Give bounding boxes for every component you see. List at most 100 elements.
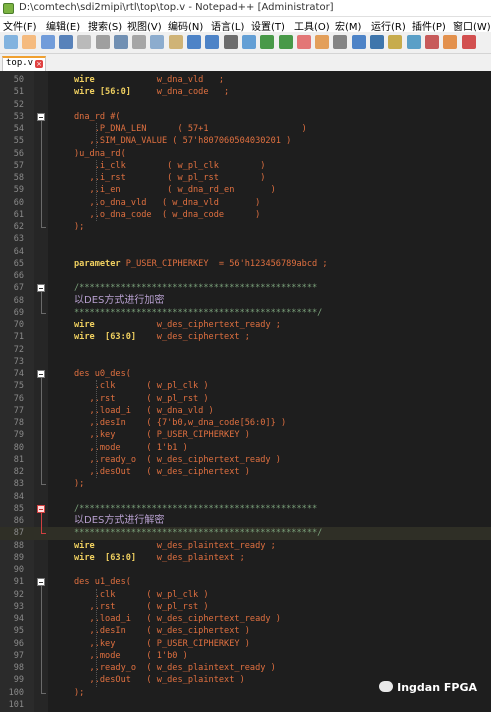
find-icon[interactable] <box>223 35 238 49</box>
code-line[interactable]: 55 ,.SIM_DNA_VALUE ( 57'h807060504030201… <box>0 135 491 147</box>
new-icon[interactable] <box>4 35 18 49</box>
code-line[interactable]: 80 ,.mode ( 1'b1 ) <box>0 442 491 454</box>
tab-top-v[interactable]: top.v × <box>2 56 46 71</box>
code-line[interactable]: 93 ,.rst ( w_pl_rst ) <box>0 601 491 613</box>
menu-item-10[interactable]: 插件(P) <box>412 18 446 33</box>
code-line[interactable]: 70 wire w_des_ciphertext_ready ; <box>0 319 491 331</box>
print-icon[interactable] <box>113 35 128 49</box>
zoom-out-icon[interactable] <box>278 35 293 49</box>
menu-item-7[interactable]: 工具(O) <box>294 18 330 33</box>
fold-toggle-icon[interactable] <box>37 578 45 587</box>
function-list-icon[interactable] <box>424 35 439 49</box>
code-line[interactable]: 75 .clk ( w_pl_clk ) <box>0 380 491 392</box>
undo-icon[interactable] <box>187 35 201 49</box>
code-line[interactable]: 94 ,.load_i ( w_des_ciphertext_ready ) <box>0 613 491 625</box>
code-line[interactable]: 98 ,.ready_o ( w_des_plaintext_ready ) <box>0 662 491 674</box>
code-line[interactable]: 56)u_dna_rd( <box>0 148 491 160</box>
code-line[interactable]: 68 以DES方式进行加密 <box>0 295 491 307</box>
menu-item-4[interactable]: 编码(N) <box>168 18 203 33</box>
code-line[interactable]: 72 <box>0 344 491 356</box>
sync-v-icon[interactable] <box>296 35 311 49</box>
paste-icon[interactable] <box>168 35 183 49</box>
code-line[interactable]: 53 dna_rd #( <box>0 111 491 123</box>
menu-item-8[interactable]: 宏(M) <box>335 18 361 33</box>
redo-icon[interactable] <box>205 35 220 49</box>
udl-icon[interactable] <box>388 35 403 49</box>
menu-item-0[interactable]: 文件(F) <box>3 18 37 33</box>
code-line[interactable]: 101 <box>0 699 491 711</box>
replace-icon[interactable] <box>241 35 256 49</box>
code-line[interactable]: 64 <box>0 246 491 258</box>
fold-toggle-icon[interactable] <box>37 284 45 293</box>
code-line[interactable]: 78 ,.desIn ( {7'b0,w_dna_code[56:0]} ) <box>0 417 491 429</box>
code-line[interactable]: 60 ,.o_dna_vld ( w_dna_vld ) <box>0 197 491 209</box>
menu-item-3[interactable]: 视图(V) <box>127 18 162 33</box>
word-wrap-icon[interactable] <box>333 35 348 49</box>
code-line[interactable]: 50 wire w_dna_vld ; <box>0 74 491 86</box>
zoom-in-icon[interactable] <box>260 35 275 49</box>
code-line[interactable]: 82 ,.desOut ( w_des_ciphertext ) <box>0 466 491 478</box>
code-line[interactable]: 74 des u0_des( <box>0 368 491 380</box>
line-number: 58 <box>13 173 24 183</box>
code-line[interactable]: 81 ,.ready_o ( w_des_ciphertext_ready ) <box>0 454 491 466</box>
code-line[interactable]: 52 <box>0 99 491 111</box>
code-line[interactable]: 87 **************************************… <box>0 527 491 540</box>
save-icon[interactable] <box>40 35 55 49</box>
cut-icon[interactable] <box>132 35 147 49</box>
code-line[interactable]: 86 以DES方式进行解密 <box>0 515 491 527</box>
code-line[interactable]: 100); <box>0 687 491 699</box>
code-line[interactable]: 90 <box>0 564 491 576</box>
code-line[interactable]: 67 /*************************************… <box>0 282 491 294</box>
code-line[interactable]: 54 .P_DNA_LEN ( 57+1 ) <box>0 123 491 135</box>
menu-item-9[interactable]: 运行(R) <box>371 18 406 33</box>
code-line[interactable]: 96 ,.key ( P_USER_CIPHERKEY ) <box>0 638 491 650</box>
open-icon[interactable] <box>22 35 37 49</box>
code-line[interactable]: 59 ,.i_en ( w_dna_rd_en ) <box>0 184 491 196</box>
doc-map-icon[interactable] <box>406 35 421 49</box>
close-icon[interactable] <box>77 35 92 49</box>
all-chars-icon[interactable] <box>351 35 366 49</box>
code-line[interactable]: 88 wire w_des_plaintext_ready ; <box>0 540 491 552</box>
code-line[interactable]: 83); <box>0 478 491 490</box>
menu-item-11[interactable]: 窗口(W) <box>453 18 491 33</box>
code-line[interactable]: 99 ,.desOut ( w_des_plaintext ) <box>0 674 491 686</box>
fold-toggle-icon[interactable] <box>37 370 45 378</box>
record-icon[interactable] <box>461 35 476 49</box>
code-line[interactable]: 71 wire [63:0] w_des_ciphertext ; <box>0 331 491 343</box>
save-all-icon[interactable] <box>58 35 73 49</box>
indent-guide-icon[interactable] <box>370 35 384 49</box>
code-line[interactable]: 51 wire [56:0] w_dna_code ; <box>0 86 491 98</box>
code-line[interactable]: 85 /*************************************… <box>0 503 491 515</box>
code-editor[interactable]: Ingdan FPGA 50 wire w_dna_vld ; 51 wire [56… <box>0 71 491 712</box>
code-line[interactable]: 63 <box>0 233 491 245</box>
code-line[interactable]: 57 .i_clk ( w_pl_clk ) <box>0 160 491 172</box>
menu-item-5[interactable]: 语言(L) <box>211 18 244 33</box>
close-all-icon[interactable] <box>95 35 110 49</box>
copy-icon[interactable] <box>150 35 165 49</box>
menu-item-1[interactable]: 编辑(E) <box>46 18 80 33</box>
menu-item-2[interactable]: 搜索(S) <box>88 18 122 33</box>
code-line[interactable]: 77 ,.load_i ( w_dna_vld ) <box>0 405 491 417</box>
code-line[interactable]: 62); <box>0 221 491 233</box>
code-line[interactable]: 69 **************************************… <box>0 307 491 319</box>
line-number: 71 <box>13 332 24 343</box>
folder-icon[interactable] <box>443 35 458 49</box>
fold-toggle-icon[interactable] <box>37 504 45 513</box>
menu-item-6[interactable]: 设置(T) <box>251 18 285 33</box>
code-line[interactable]: 95 ,.desIn ( w_des_ciphertext ) <box>0 625 491 637</box>
code-line[interactable]: 84 <box>0 491 491 503</box>
code-line[interactable]: 65 parameter P_USER_CIPHERKEY = 56'h12345… <box>0 258 491 270</box>
sync-h-icon[interactable] <box>315 35 330 49</box>
code-line[interactable]: 89 wire [63:0] w_des_plaintext ; <box>0 552 491 564</box>
tab-close-icon[interactable]: × <box>35 60 43 68</box>
code-line[interactable]: 91 des u1_des( <box>0 576 491 588</box>
code-line[interactable]: 97 ,.mode ( 1'b0 ) <box>0 650 491 662</box>
code-line[interactable]: 76 ,.rst ( w_pl_rst ) <box>0 393 491 405</box>
code-line[interactable]: 61 ,.o_dna_code ( w_dna_code ) <box>0 209 491 221</box>
code-line[interactable]: 79 ,.key ( P_USER_CIPHERKEY ) <box>0 429 491 441</box>
code-line[interactable]: 66 <box>0 270 491 282</box>
code-line[interactable]: 92 .clk ( w_pl_clk ) <box>0 589 491 601</box>
fold-toggle-icon[interactable] <box>37 112 45 121</box>
code-line[interactable]: 73 <box>0 356 491 368</box>
code-line[interactable]: 58 ,.i_rst ( w_pl_rst ) <box>0 172 491 184</box>
